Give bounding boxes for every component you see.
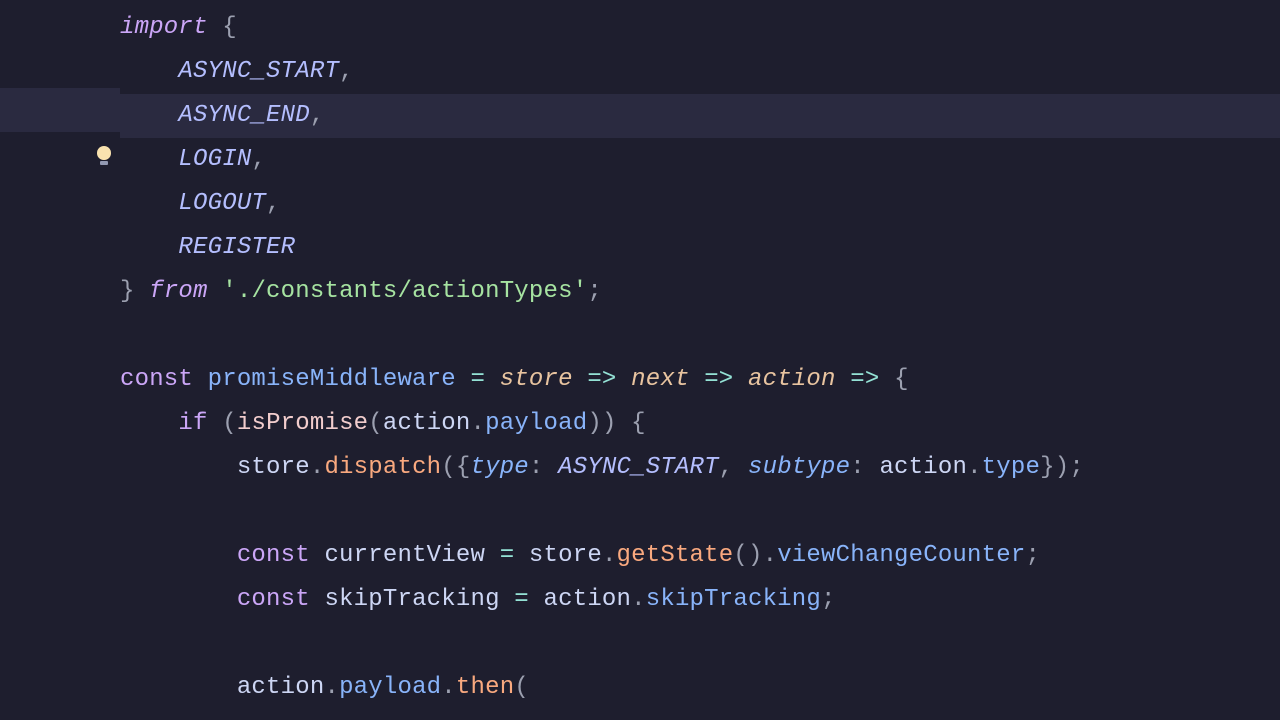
code-line-highlighted[interactable]: ASYNC_END, xyxy=(120,94,1280,138)
code-line-blank[interactable] xyxy=(120,490,1280,534)
code-line[interactable]: store.dispatch({type: ASYNC_START, subty… xyxy=(120,446,1280,490)
code-line[interactable]: const currentView = store.getState().vie… xyxy=(120,534,1280,578)
identifier-promiseMiddleware: promiseMiddleware xyxy=(208,366,456,393)
code-line-blank[interactable] xyxy=(120,622,1280,666)
code-line[interactable]: LOGIN, xyxy=(120,138,1280,182)
brace-open: { xyxy=(222,14,237,41)
code-line[interactable]: if (isPromise(action.payload)) { xyxy=(120,402,1280,446)
code-line[interactable]: LOGOUT, xyxy=(120,182,1280,226)
keyword-const: const xyxy=(120,366,193,393)
brace-close: } xyxy=(120,278,135,305)
gutter-line-highlighted xyxy=(0,88,120,132)
prop-skipTracking: skipTracking xyxy=(646,586,821,613)
method-then: then xyxy=(456,674,514,701)
key-type: type xyxy=(471,454,529,481)
string-module-path: './constants/actionTypes' xyxy=(222,278,587,305)
code-line[interactable]: const skipTracking = action.skipTracking… xyxy=(120,578,1280,622)
code-area[interactable]: import { ASYNC_START, ASYNC_END, LOGIN, … xyxy=(120,6,1280,720)
keyword-import: import xyxy=(120,14,208,41)
method-getState: getState xyxy=(617,542,734,569)
param-action: action xyxy=(748,366,836,393)
code-line[interactable]: action.payload.then( xyxy=(120,666,1280,710)
const-login: LOGIN xyxy=(178,146,251,173)
code-line[interactable]: } from './constants/actionTypes'; xyxy=(120,270,1280,314)
keyword-if: if xyxy=(178,410,207,437)
fn-isPromise: isPromise xyxy=(237,410,368,437)
prop-viewChangeCounter: viewChangeCounter xyxy=(777,542,1025,569)
keyword-from: from xyxy=(149,278,207,305)
identifier-currentView: currentView xyxy=(324,542,485,569)
const-register: REGISTER xyxy=(178,234,295,261)
prop-payload: payload xyxy=(485,410,587,437)
code-editor[interactable]: import { ASYNC_START, ASYNC_END, LOGIN, … xyxy=(0,0,1280,720)
param-next: next xyxy=(631,366,689,393)
code-line[interactable]: const promiseMiddleware = store => next … xyxy=(120,358,1280,402)
code-line[interactable]: import { xyxy=(120,6,1280,50)
key-subtype: subtype xyxy=(748,454,850,481)
const-async-end: ASYNC_END xyxy=(178,102,309,129)
code-line[interactable]: REGISTER xyxy=(120,226,1280,270)
const-logout: LOGOUT xyxy=(178,190,266,217)
editor-gutter xyxy=(0,0,120,720)
const-async-start: ASYNC_START xyxy=(178,58,339,85)
param-store: store xyxy=(500,366,573,393)
identifier-skipTracking: skipTracking xyxy=(324,586,499,613)
method-dispatch: dispatch xyxy=(324,454,441,481)
code-line[interactable]: ASYNC_START, xyxy=(120,50,1280,94)
code-line-blank[interactable] xyxy=(120,314,1280,358)
